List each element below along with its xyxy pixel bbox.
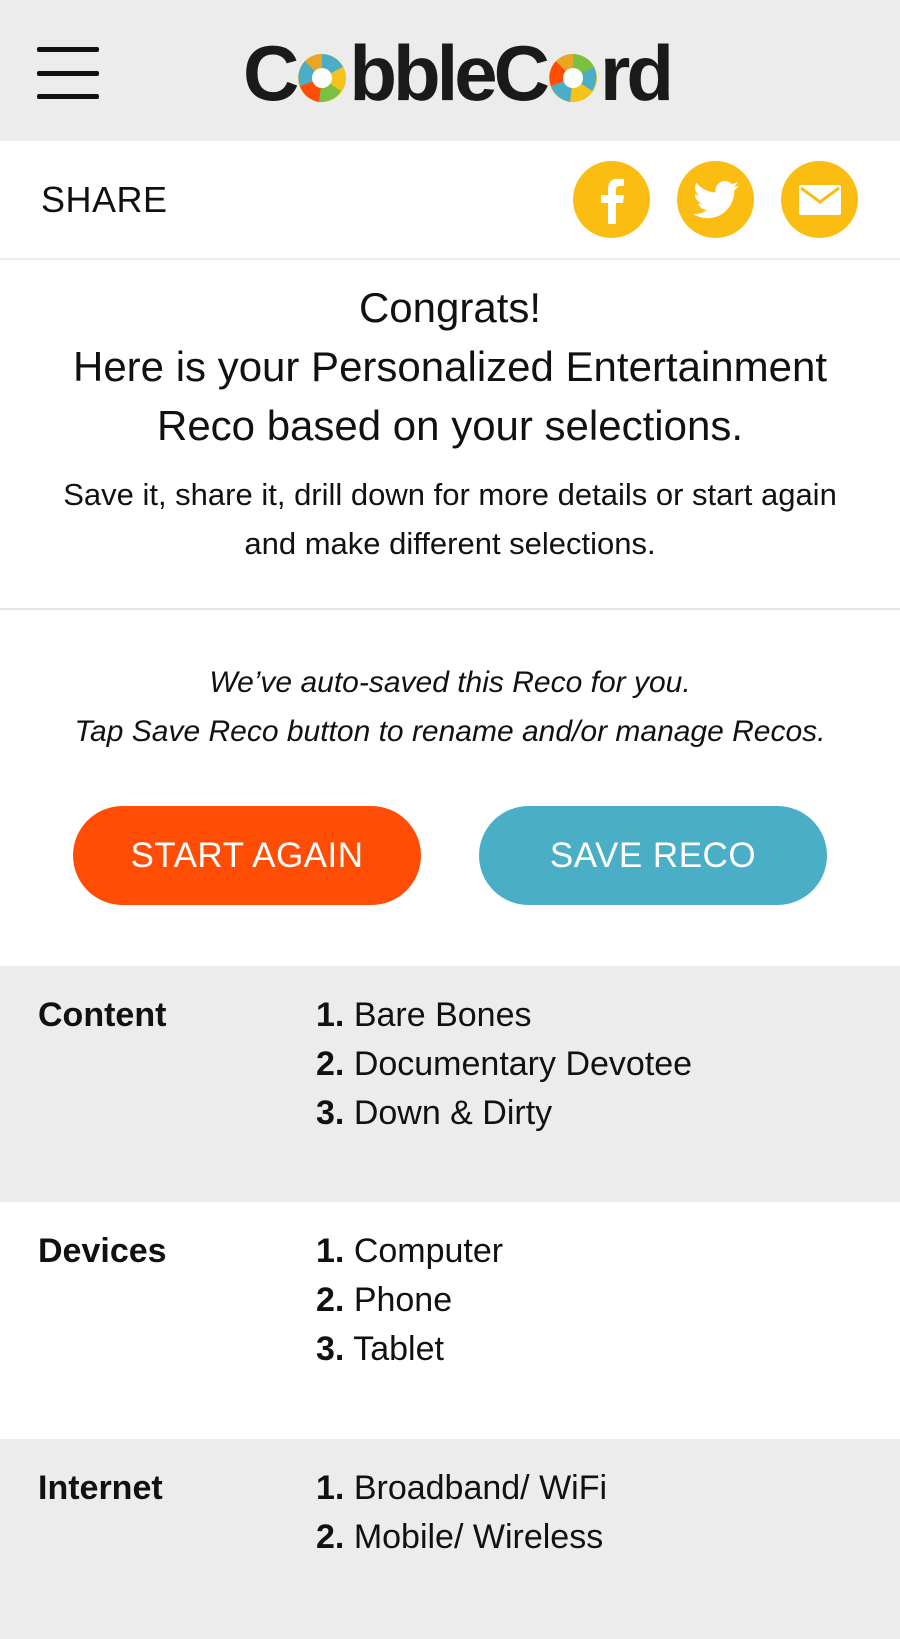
list-item: 1. Broadband/ WiFi [316,1469,608,1507]
logo-swirl-icon [298,53,347,103]
section-devices: Devices 1. Computer 2. Phone 3. Tablet [0,1202,900,1439]
section-internet: Internet 1. Broadband/ WiFi 2. Mobile/ W… [0,1439,900,1639]
selection-list: 1. Bare Bones 2. Documentary Devotee 3. … [316,991,692,1202]
selection-list: 1. Broadband/ WiFi 2. Mobile/ Wireless [316,1464,607,1639]
congrats-body-line-1: Save it, share it, drill down for more d… [63,477,837,512]
autosave-line-1: We’ve auto-saved this Reco for you. [209,666,691,699]
congrats-line-2: Here is your Personalized Entertainment [72,343,828,390]
congrats-line-1: Congrats! [358,284,542,331]
share-icons [573,161,858,238]
list-item: 1. Computer [316,1232,504,1270]
start-again-button[interactable]: START AGAIN [73,806,421,905]
save-reco-button[interactable]: SAVE RECO [479,806,827,905]
share-label: SHARE [41,178,168,220]
section-label: Internet [38,1469,163,1507]
list-item: 2. Phone [316,1281,453,1319]
share-bar: SHARE [0,141,900,260]
congrats-panel: Congrats! Here is your Personalized Ente… [0,260,900,610]
twitter-icon[interactable] [677,161,754,238]
app-header: C bbleC rd [0,0,900,141]
logo-text-mid: bbleC [349,28,550,117]
logo-swirl-icon [549,53,598,103]
congrats-line-3: Reco based on your selections. [156,402,743,449]
logo-text-prefix: C [243,28,299,117]
autosave-line-2: Tap Save Reco button to rename and/or ma… [74,715,826,748]
section-label: Devices [38,1232,167,1270]
facebook-icon[interactable] [573,161,650,238]
action-buttons: START AGAIN SAVE RECO [0,806,900,905]
congrats-heading: Congrats! Here is your Personalized Ente… [20,278,880,455]
congrats-body: Save it, share it, drill down for more d… [20,470,880,568]
hamburger-menu-icon[interactable] [37,47,99,99]
logo-text-suffix: rd [600,28,674,117]
email-icon[interactable] [781,161,858,238]
list-item: 3. Tablet [316,1330,444,1368]
list-item: 3. Down & Dirty [316,1094,553,1132]
list-item: 2. Documentary Devotee [316,1045,693,1083]
list-item: 2. Mobile/ Wireless [316,1518,604,1556]
section-content: Content 1. Bare Bones 2. Documentary Dev… [0,966,900,1202]
section-label: Content [38,996,167,1034]
autosave-note: We’ve auto-saved this Reco for you. Tap … [0,610,900,756]
list-item: 1. Bare Bones [316,996,532,1034]
congrats-body-line-2: and make different selections. [244,526,656,561]
cobblecord-logo[interactable]: C bbleC rd [243,28,674,117]
selection-list: 1. Computer 2. Phone 3. Tablet [316,1227,503,1439]
